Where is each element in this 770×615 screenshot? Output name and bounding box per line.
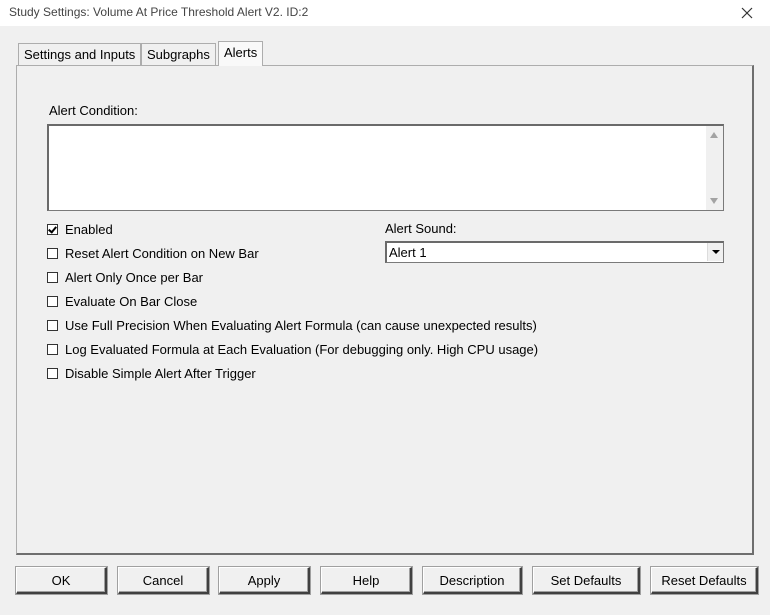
full-precision-checkbox[interactable] [47, 319, 58, 331]
close-button[interactable] [724, 0, 770, 26]
tab-alerts[interactable]: Alerts [218, 41, 264, 66]
alert-sound-label: Alert Sound: [385, 221, 457, 236]
alert-condition-input[interactable] [47, 124, 724, 211]
enabled-label: Enabled [65, 221, 113, 237]
log-evaluated-formula-checkbox[interactable] [47, 343, 58, 355]
set-defaults-button[interactable]: Set Defaults [533, 567, 640, 594]
scroll-up-icon[interactable] [710, 132, 718, 138]
reset-defaults-button[interactable]: Reset Defaults [651, 567, 758, 594]
alert-sound-value: Alert 1 [389, 245, 427, 260]
reset-on-new-bar-checkbox[interactable] [47, 247, 58, 259]
log-evaluated-formula-checkbox-row[interactable]: Log Evaluated Formula at Each Evaluation… [47, 341, 538, 357]
description-button[interactable]: Description [423, 567, 522, 594]
title-bar: Study Settings: Volume At Price Threshol… [0, 0, 770, 27]
alert-once-per-bar-checkbox-row[interactable]: Alert Only Once per Bar [47, 269, 203, 285]
disable-simple-alert-checkbox[interactable] [47, 367, 58, 379]
evaluate-on-bar-close-checkbox[interactable] [47, 295, 58, 307]
reset-on-new-bar-label: Reset Alert Condition on New Bar [65, 245, 259, 261]
full-precision-label: Use Full Precision When Evaluating Alert… [65, 317, 537, 333]
full-precision-checkbox-row[interactable]: Use Full Precision When Evaluating Alert… [47, 317, 537, 333]
enabled-checkbox[interactable] [47, 223, 58, 235]
evaluate-on-bar-close-label: Evaluate On Bar Close [65, 293, 198, 309]
chevron-down-icon [712, 250, 720, 254]
cancel-button[interactable]: Cancel [118, 567, 209, 594]
alert-once-per-bar-checkbox[interactable] [47, 271, 58, 283]
enabled-checkbox-row[interactable]: Enabled [47, 221, 113, 237]
window-title: Study Settings: Volume At Price Threshol… [9, 5, 309, 19]
apply-button[interactable]: Apply [219, 567, 310, 594]
disable-simple-alert-checkbox-row[interactable]: Disable Simple Alert After Trigger [47, 365, 256, 381]
evaluate-on-bar-close-checkbox-row[interactable]: Evaluate On Bar Close [47, 293, 197, 309]
alert-sound-select[interactable]: Alert 1 [385, 241, 724, 263]
help-button[interactable]: Help [321, 567, 412, 594]
alert-condition-label: Alert Condition: [49, 103, 138, 118]
scroll-down-icon[interactable] [710, 198, 718, 204]
log-evaluated-formula-label: Log Evaluated Formula at Each Evaluation… [65, 341, 539, 357]
reset-on-new-bar-checkbox-row[interactable]: Reset Alert Condition on New Bar [47, 245, 259, 261]
tab-settings-and-inputs[interactable]: Settings and Inputs [18, 43, 142, 65]
alert-condition-scrollbar[interactable] [706, 126, 723, 210]
tab-subgraphs[interactable]: Subgraphs [141, 43, 216, 65]
alert-once-per-bar-label: Alert Only Once per Bar [65, 269, 203, 285]
close-icon [741, 7, 753, 19]
ok-button[interactable]: OK [16, 567, 107, 594]
disable-simple-alert-label: Disable Simple Alert After Trigger [65, 365, 256, 381]
alert-sound-dropdown-button[interactable] [707, 243, 723, 261]
